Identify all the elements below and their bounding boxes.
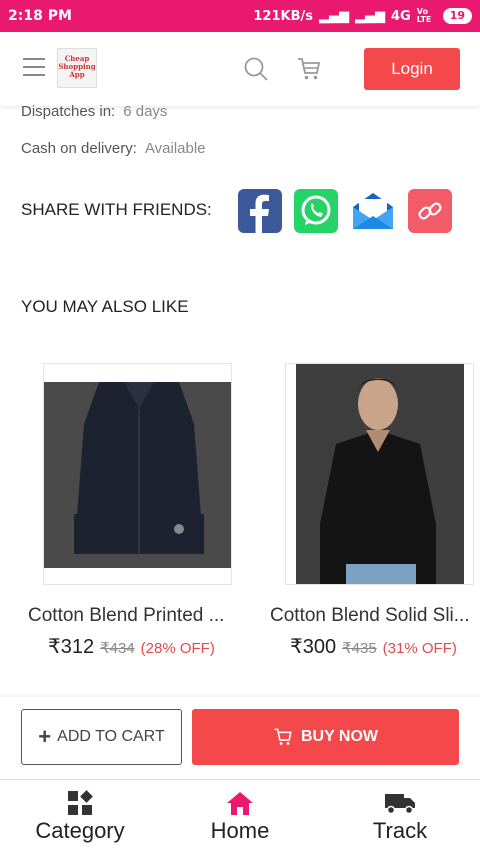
status-time: 2:18 PM [8, 8, 72, 24]
status-indicators: 121KB/s ▂▄▆ ▂▄▆ 4G Vo LTE 19 [253, 8, 472, 24]
dispatch-label: Dispatches in: [21, 103, 116, 120]
nav-category[interactable]: Category [0, 780, 160, 853]
buy-now-button[interactable]: BUY NOW [192, 709, 459, 765]
dispatch-info: Dispatches in: 6 days [21, 103, 167, 120]
nav-label: Category [35, 818, 125, 843]
signal-icon-2: ▂▄▆ [354, 8, 385, 24]
price: ₹300 [290, 636, 337, 658]
product-title-2[interactable]: Cotton Blend Solid Sli... [270, 605, 480, 627]
discount: (31% OFF) [382, 640, 457, 657]
category-icon [68, 790, 93, 815]
home-icon [227, 792, 253, 815]
add-to-cart-button[interactable]: + ADD TO CART [21, 709, 182, 765]
email-icon[interactable] [351, 189, 395, 233]
whatsapp-icon[interactable] [294, 189, 338, 233]
product-price-2: ₹300 ₹435 (31% OFF) [290, 634, 457, 659]
network-type: 4G [390, 8, 411, 24]
discount: (28% OFF) [140, 640, 215, 657]
action-bar: + ADD TO CART BUY NOW [0, 697, 480, 779]
dispatch-value: 6 days [123, 103, 168, 120]
volte-indicator: Vo LTE [416, 7, 432, 24]
cart-icon[interactable] [296, 56, 322, 82]
link-icon[interactable] [408, 189, 452, 233]
price: ₹312 [48, 636, 95, 658]
status-bar: 2:18 PM 121KB/s ▂▄▆ ▂▄▆ 4G Vo LTE 19 [0, 0, 480, 32]
share-label: SHARE WITH FRIENDS: [21, 200, 212, 219]
menu-icon[interactable] [23, 58, 45, 76]
cod-label: Cash on delivery: [21, 140, 137, 157]
product-image-2[interactable] [285, 363, 474, 585]
product-price-1: ₹312 ₹434 (28% OFF) [48, 634, 215, 659]
mrp: ₹434 [100, 640, 135, 657]
nav-label: Home [210, 818, 270, 843]
nav-label: Track [372, 818, 428, 843]
bottom-nav: Category Home Track [0, 779, 480, 853]
app-header: Cheap Shopping App Login [0, 32, 480, 106]
nav-track[interactable]: Track [320, 780, 480, 853]
truck-icon [385, 794, 415, 815]
search-icon[interactable] [243, 56, 269, 82]
nav-home[interactable]: Home [160, 780, 320, 853]
cod-info: Cash on delivery: Available [21, 140, 206, 157]
add-to-cart-label: ADD TO CART [57, 728, 165, 745]
buy-now-label: BUY NOW [300, 728, 379, 745]
signal-icon: ▂▄▆ [318, 8, 349, 24]
mrp: ₹435 [342, 640, 377, 657]
product-image-1[interactable] [43, 363, 232, 585]
battery-icon: 19 [442, 8, 472, 24]
product-title-1[interactable]: Cotton Blend Printed ... [28, 605, 244, 627]
login-button[interactable]: Login [364, 48, 460, 90]
cart-icon [274, 728, 292, 745]
app-logo[interactable]: Cheap Shopping App [57, 48, 97, 88]
cod-value: Available [144, 140, 206, 157]
plus-icon: + [38, 724, 52, 749]
network-speed: 121KB/s [253, 8, 313, 24]
section-title: YOU MAY ALSO LIKE [21, 297, 189, 316]
facebook-icon[interactable] [238, 189, 282, 233]
